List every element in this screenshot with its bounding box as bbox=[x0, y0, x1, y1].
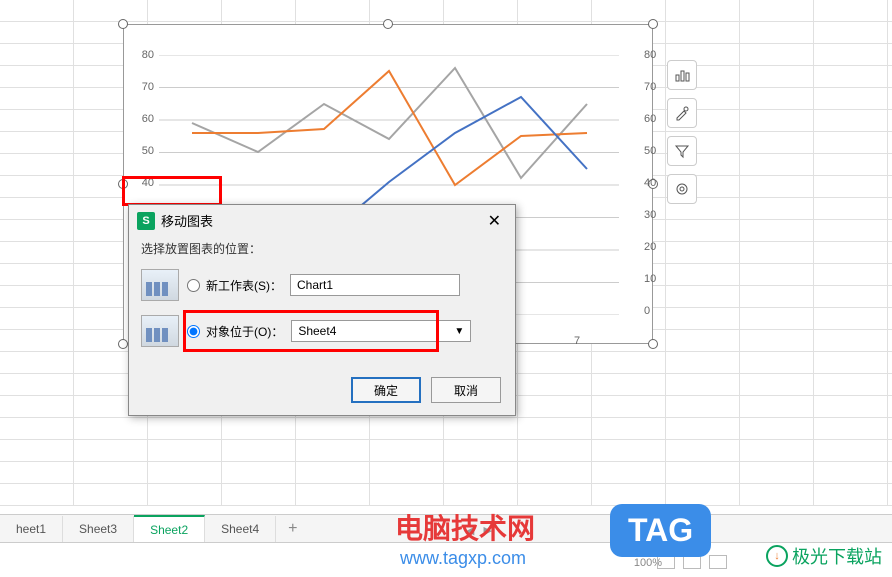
app-icon: S bbox=[137, 212, 155, 230]
new-sheet-row: 新工作表(S)： bbox=[141, 269, 503, 301]
resize-handle[interactable] bbox=[648, 19, 658, 29]
new-sheet-label: 新工作表(S)： bbox=[206, 277, 282, 294]
y-tick-label: 0 bbox=[644, 305, 664, 317]
watermark-brand-2: ↓ 极光下载站 bbox=[766, 543, 882, 569]
dialog-titlebar[interactable]: S 移动图表 bbox=[129, 205, 515, 236]
view-mode-icons bbox=[657, 555, 727, 569]
sheet-tab-active[interactable]: Sheet2 bbox=[134, 515, 205, 543]
cancel-button[interactable]: 取消 bbox=[431, 377, 501, 403]
y-tick-label: 50 bbox=[644, 145, 664, 157]
x-tick-label: 7 bbox=[574, 335, 580, 347]
highlight-box bbox=[122, 176, 222, 206]
sheet-tab[interactable]: Sheet3 bbox=[63, 516, 134, 542]
y-tick-label: 10 bbox=[644, 273, 664, 285]
ok-button[interactable]: 确定 bbox=[351, 377, 421, 403]
y-tick-label: 40 bbox=[644, 177, 664, 189]
y-tick-label: 60 bbox=[644, 113, 664, 125]
spreadsheet: 80 70 60 50 40 80 70 60 50 40 30 20 10 0 bbox=[0, 0, 892, 577]
dialog-prompt: 选择放置图表的位置： bbox=[129, 236, 515, 261]
new-sheet-name-input[interactable] bbox=[290, 274, 460, 296]
sheet-tab[interactable]: Sheet4 bbox=[205, 516, 276, 542]
y-tick-label: 20 bbox=[644, 241, 664, 253]
object-in-icon bbox=[141, 315, 179, 347]
y-tick-label: 30 bbox=[644, 209, 664, 221]
y-tick-label: 80 bbox=[134, 49, 154, 61]
resize-handle[interactable] bbox=[118, 19, 128, 29]
sheet-tab[interactable]: heet1 bbox=[0, 516, 63, 542]
add-sheet-button[interactable]: + bbox=[276, 516, 309, 542]
chart-styles-button[interactable] bbox=[667, 98, 697, 128]
highlight-box bbox=[183, 310, 439, 352]
y-tick-label: 80 bbox=[644, 49, 664, 61]
resize-handle[interactable] bbox=[118, 339, 128, 349]
watermark-url: www.tagxp.com bbox=[400, 548, 526, 569]
chart-tools bbox=[667, 60, 697, 204]
resize-handle[interactable] bbox=[383, 19, 393, 29]
y-tick-label: 50 bbox=[134, 145, 154, 157]
chart-settings-button[interactable] bbox=[667, 174, 697, 204]
xz-logo-icon: ↓ bbox=[766, 545, 788, 567]
dialog-title-text: 移动图表 bbox=[161, 211, 213, 230]
chart-filter-button[interactable] bbox=[667, 136, 697, 166]
new-sheet-icon bbox=[141, 269, 179, 301]
view-break-icon[interactable] bbox=[709, 555, 727, 569]
y-tick-label: 70 bbox=[134, 81, 154, 93]
view-normal-icon[interactable] bbox=[657, 555, 675, 569]
chart-elements-button[interactable] bbox=[667, 60, 697, 90]
new-sheet-radio-input[interactable] bbox=[187, 279, 200, 292]
new-sheet-radio[interactable]: 新工作表(S)： bbox=[187, 277, 282, 294]
tag-badge: TAG bbox=[610, 504, 711, 557]
view-page-icon[interactable] bbox=[683, 555, 701, 569]
y-tick-label: 60 bbox=[134, 113, 154, 125]
chevron-down-icon: ▼ bbox=[454, 326, 464, 337]
y-tick-label: 70 bbox=[644, 81, 664, 93]
watermark-brand-2-text: 极光下载站 bbox=[792, 543, 882, 569]
close-button[interactable]: ✕ bbox=[482, 209, 507, 233]
resize-handle[interactable] bbox=[648, 339, 658, 349]
watermark-brand: 电脑技术网 bbox=[395, 507, 535, 547]
